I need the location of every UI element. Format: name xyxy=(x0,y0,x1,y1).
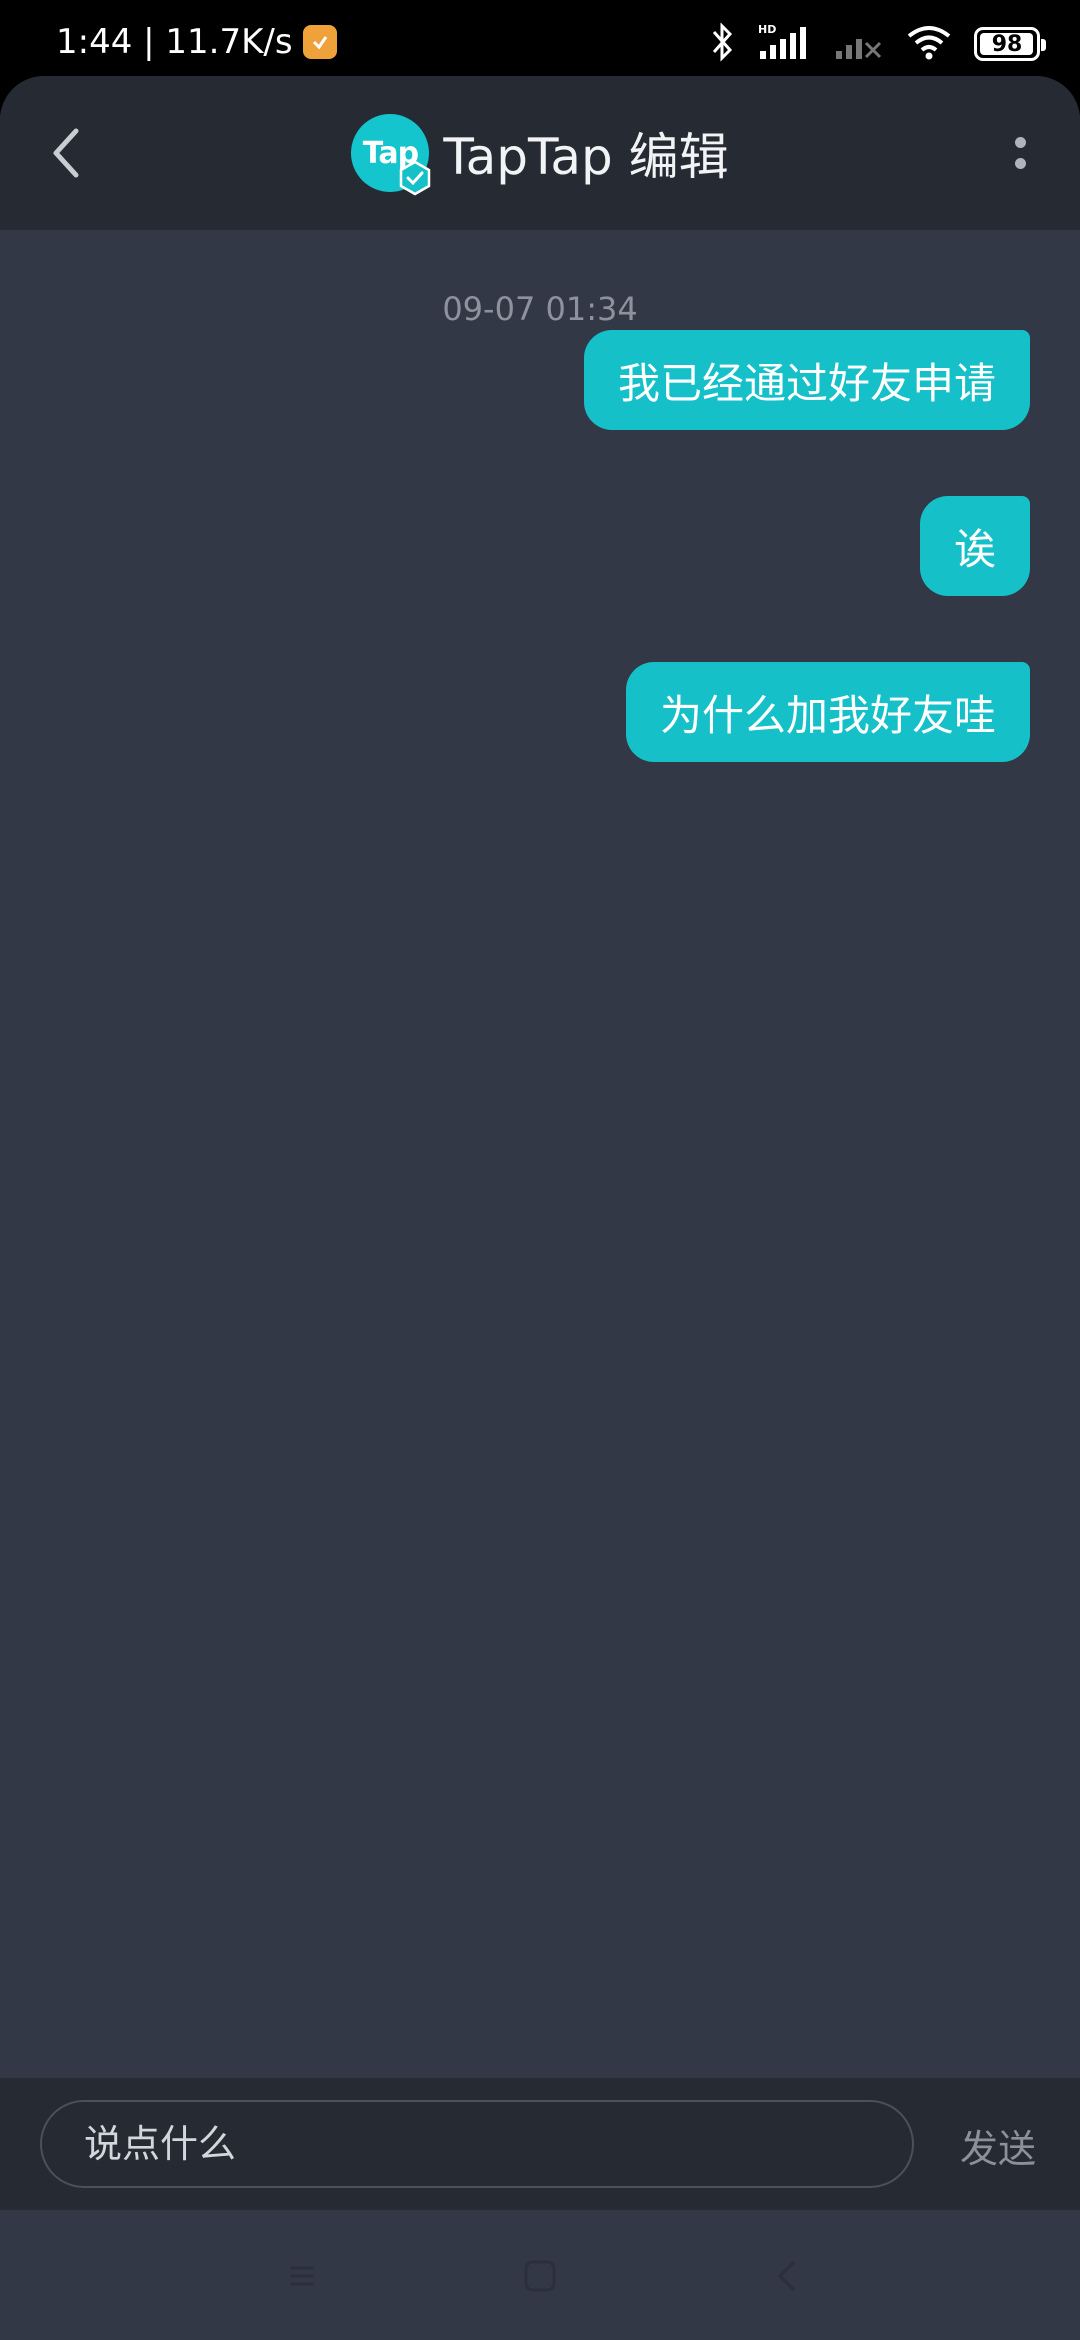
verified-badge-icon xyxy=(400,160,431,196)
svg-text:HD: HD xyxy=(758,23,776,36)
chat-app: Tap TapTap 编辑 09-07 01:34 我已经通过好友申请 诶 为什… xyxy=(0,76,1080,2340)
send-button[interactable]: 发送 xyxy=(960,2118,1036,2173)
status-bar: 1:44 | 11.7K/s HD 98 xyxy=(0,0,1080,76)
message-text: 诶 xyxy=(953,524,996,574)
page-title: TapTap 编辑 xyxy=(443,128,729,186)
message-text: 为什么加我好友哇 xyxy=(659,690,996,740)
back-button[interactable] xyxy=(36,123,96,183)
battery-icon: 98 xyxy=(974,27,1046,61)
back-chevron-icon xyxy=(53,128,79,178)
message-bubble[interactable]: 诶 xyxy=(919,496,1030,596)
battery-level: 98 xyxy=(991,31,1023,57)
status-time-speed: 1:44 | 11.7K/s xyxy=(56,22,293,62)
more-button[interactable] xyxy=(1000,123,1040,183)
status-left: 1:44 | 11.7K/s xyxy=(56,22,337,62)
input-bar: 发送 xyxy=(0,2078,1080,2210)
chat-header: Tap TapTap 编辑 xyxy=(0,76,1080,230)
message-bubble[interactable]: 为什么加我好友哇 xyxy=(625,662,1030,762)
bluetooth-icon xyxy=(710,22,736,66)
message-text: 我已经通过好友申请 xyxy=(617,358,996,408)
notification-app-icon xyxy=(302,25,337,59)
screen: 1:44 | 11.7K/s HD 98 Tap TapTap 编辑 09-07… xyxy=(0,0,1080,2340)
status-right: HD 98 xyxy=(710,22,1046,66)
more-vertical-icon xyxy=(1014,137,1026,148)
message-input[interactable] xyxy=(40,2100,914,2188)
chat-header-center: Tap TapTap 编辑 xyxy=(351,114,729,196)
signal-2-icon xyxy=(834,23,884,65)
navigation-bar xyxy=(0,2210,1080,2340)
message-timestamp: 09-07 01:34 xyxy=(442,290,638,328)
home-icon[interactable] xyxy=(518,2254,562,2298)
message-bubble[interactable]: 我已经通过好友申请 xyxy=(583,330,1030,430)
menu-icon[interactable] xyxy=(280,2254,324,2298)
signal-icon: HD xyxy=(758,23,812,65)
avatar[interactable]: Tap xyxy=(351,114,431,196)
message-list: 09-07 01:34 我已经通过好友申请 诶 为什么加我好友哇 xyxy=(0,230,1080,2078)
system-back-icon[interactable] xyxy=(766,2254,810,2298)
more-dot xyxy=(1014,158,1026,169)
wifi-icon xyxy=(906,24,952,64)
